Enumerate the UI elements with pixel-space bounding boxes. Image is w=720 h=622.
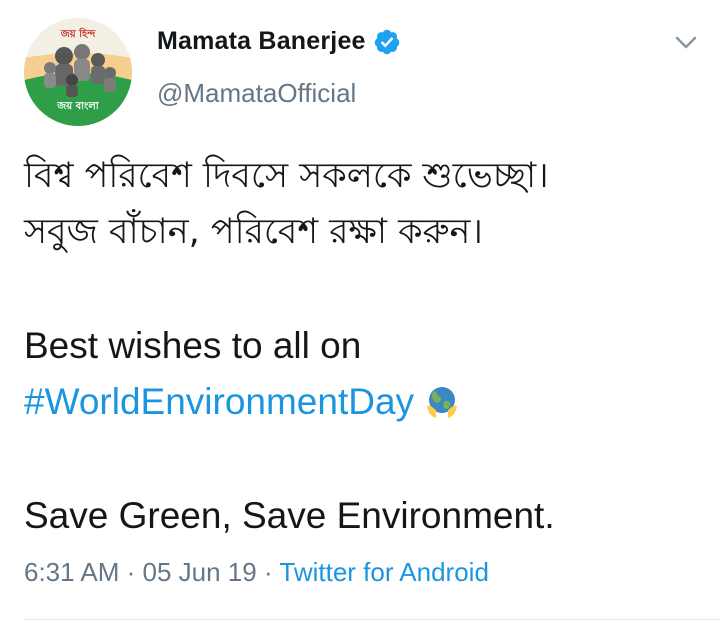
tweet-text: বিশ্ব পরিবেশ দিবসে সকলকে শুভেচ্ছা। সবুজ … xyxy=(24,148,704,544)
avatar-caption-bottom: জয় বাংলা xyxy=(57,101,99,112)
tweet-time[interactable]: 6:31 AM xyxy=(24,557,119,587)
display-name[interactable]: Mamata Banerjee xyxy=(157,27,366,56)
tweet-english-line-1: Best wishes to all on xyxy=(24,325,362,366)
tweet-english-line-3: Save Green, Save Environment. xyxy=(24,495,555,536)
chevron-down-icon[interactable] xyxy=(672,33,700,53)
verified-badge-icon xyxy=(374,29,399,54)
tweet-bengali-line-2: সবুজ বাঁচান, পরিবেশ রক্ষা করুন। xyxy=(24,212,483,252)
hashtag-link[interactable]: #WorldEnvironmentDay xyxy=(24,381,414,422)
meta-separator: · xyxy=(119,557,143,587)
earth-globe-icon xyxy=(427,387,458,418)
tweet-date[interactable]: 05 Jun 19 xyxy=(143,557,257,587)
author-name-row[interactable]: Mamata Banerjee xyxy=(157,27,401,56)
avatar-caption-top: জয় হিন্দ xyxy=(60,29,96,40)
paragraph-gap-2 xyxy=(24,430,704,488)
tweet-source-link[interactable]: Twitter for Android xyxy=(279,557,489,587)
meta-separator-2: · xyxy=(256,557,280,587)
tweet-bengali-line-1: বিশ্ব পরিবেশ দিবসে সকলকে শুভেচ্ছা। xyxy=(24,156,549,196)
user-handle[interactable]: @MamataOfficial xyxy=(157,78,356,109)
avatar[interactable]: জয় হিন্দ জয় বাংলা xyxy=(24,18,132,126)
tweet-hashtag-line: #WorldEnvironmentDay xyxy=(24,374,704,430)
tweet-metadata: 6:31 AM · 05 Jun 19 · Twitter for Androi… xyxy=(24,557,489,588)
divider xyxy=(24,619,720,620)
